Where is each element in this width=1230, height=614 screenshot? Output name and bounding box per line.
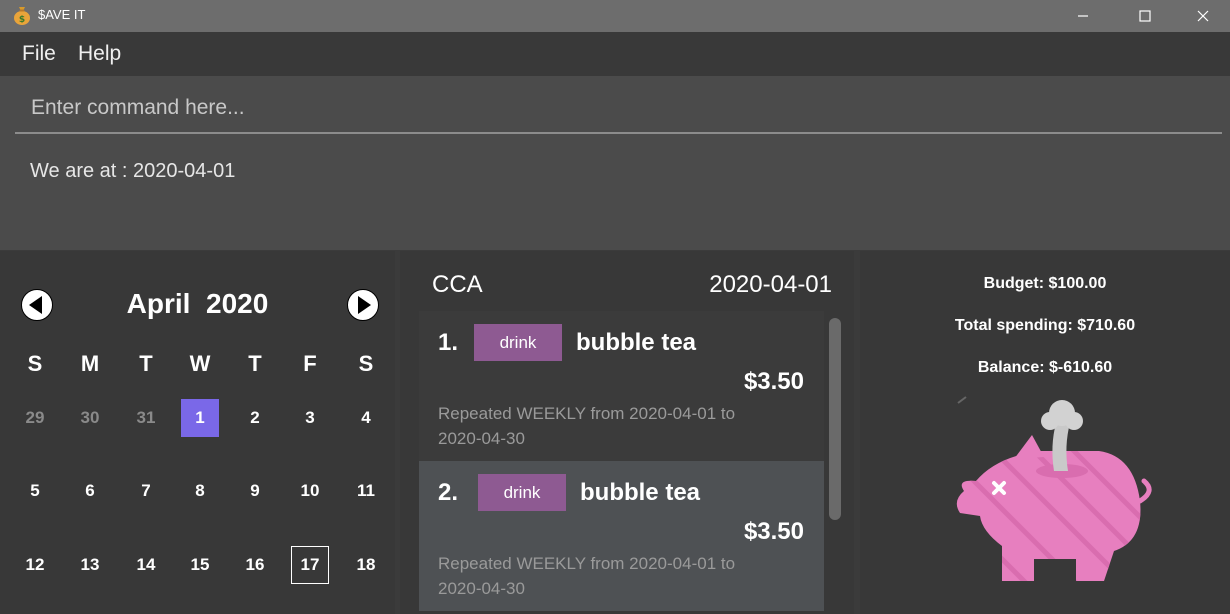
next-month-button[interactable]	[346, 288, 380, 322]
budget-label: Budget: $100.00	[983, 275, 1107, 292]
expense-repeat-info: Repeated WEEKLY from 2020-04-01 to 2020-…	[438, 404, 736, 448]
calendar-day[interactable]: 15	[181, 546, 219, 584]
expense-amount: $3.50	[743, 518, 804, 545]
weekday-label: M	[80, 351, 100, 376]
total-spending-label: Total spending: $710.60	[954, 317, 1136, 334]
calendar-day[interactable]: 13	[71, 546, 109, 584]
minimize-button[interactable]	[1060, 0, 1106, 32]
weekday-label: S	[27, 351, 43, 376]
calendar-day[interactable]: 8	[181, 472, 219, 510]
expense-card[interactable]: 2. drink bubble tea $3.50 Repeated WEEKL…	[419, 461, 824, 611]
calendar-day[interactable]: 4	[347, 399, 385, 437]
calendar-day[interactable]: 31	[127, 399, 165, 437]
expense-amount: $3.50	[743, 368, 804, 395]
calendar-day[interactable]: 9	[236, 472, 274, 510]
money-bag-icon: $	[14, 7, 30, 25]
command-input[interactable]	[15, 84, 1222, 134]
calendar-day[interactable]: 3	[291, 399, 329, 437]
expense-repeat-info: Repeated WEEKLY from 2020-04-01 to 2020-…	[438, 554, 736, 598]
calendar-day[interactable]: 11	[347, 472, 385, 510]
menu-help[interactable]: Help	[78, 42, 121, 66]
expense-name: bubble tea	[576, 329, 697, 356]
calendar-day[interactable]: 5	[16, 472, 54, 510]
expense-category-title: CCA	[432, 271, 483, 298]
close-icon	[1197, 10, 1209, 22]
expense-panel: CCA 2020-04-01 1. drink bubble tea $3.50…	[400, 251, 854, 614]
window-title: $AVE IT	[38, 7, 86, 22]
calendar-day[interactable]: 14	[127, 546, 165, 584]
calendar-day[interactable]: 17	[291, 546, 329, 584]
weekday-label: W	[189, 351, 211, 376]
weekday-label: F	[303, 351, 317, 376]
weekday-label: T	[139, 351, 153, 376]
calendar-day[interactable]: 12	[16, 546, 54, 584]
menu-file[interactable]: File	[22, 42, 56, 66]
year-label: 2020	[206, 288, 269, 319]
expense-date: 2020-04-01	[709, 271, 832, 298]
calendar-panel: April 2020 S M T W T F S 29 30 31 1 2 3 4 5 6 7 8 9 10 11 12 1…	[0, 251, 395, 614]
expense-index: 2.	[438, 479, 459, 506]
calendar-day[interactable]: 16	[236, 546, 274, 584]
expense-tag: drink	[478, 474, 566, 511]
maximize-icon	[1139, 10, 1151, 22]
maximize-button[interactable]	[1122, 0, 1168, 32]
calendar-day[interactable]: 7	[127, 472, 165, 510]
calendar-day[interactable]: 30	[71, 399, 109, 437]
expense-index: 1.	[438, 329, 459, 356]
piggy-bank-icon	[956, 396, 1152, 581]
title-bar: $ $AVE IT	[0, 0, 1230, 32]
expense-list-scrollbar[interactable]	[829, 318, 841, 520]
prev-month-button[interactable]	[20, 288, 54, 322]
minimize-icon	[1078, 15, 1088, 17]
command-area: We are at : 2020-04-01	[0, 76, 1230, 250]
calendar-day[interactable]: 29	[16, 399, 54, 437]
close-button[interactable]	[1180, 0, 1226, 32]
calendar-day[interactable]: 18	[347, 546, 385, 584]
result-display: We are at : 2020-04-01	[30, 160, 236, 182]
expense-name: bubble tea	[580, 479, 701, 506]
expense-tag: drink	[474, 324, 562, 361]
calendar-day[interactable]: 1	[181, 399, 219, 437]
menu-bar: File Help	[0, 32, 1230, 76]
weekday-label: T	[248, 351, 262, 376]
calendar-day[interactable]: 6	[71, 472, 109, 510]
summary-panel: Budget: $100.00 Total spending: $710.60 …	[860, 251, 1230, 614]
calendar-day[interactable]: 2	[236, 399, 274, 437]
balance-label: Balance: $-610.60	[977, 359, 1113, 376]
calendar-day[interactable]: 10	[291, 472, 329, 510]
expense-card[interactable]: 1. drink bubble tea $3.50 Repeated WEEKL…	[419, 311, 824, 461]
month-label: April	[126, 288, 191, 319]
weekday-label: S	[358, 351, 374, 376]
month-year-label: April 2020	[0, 288, 395, 320]
calendar-header: April 2020	[0, 281, 395, 325]
svg-text:$: $	[19, 15, 25, 25]
